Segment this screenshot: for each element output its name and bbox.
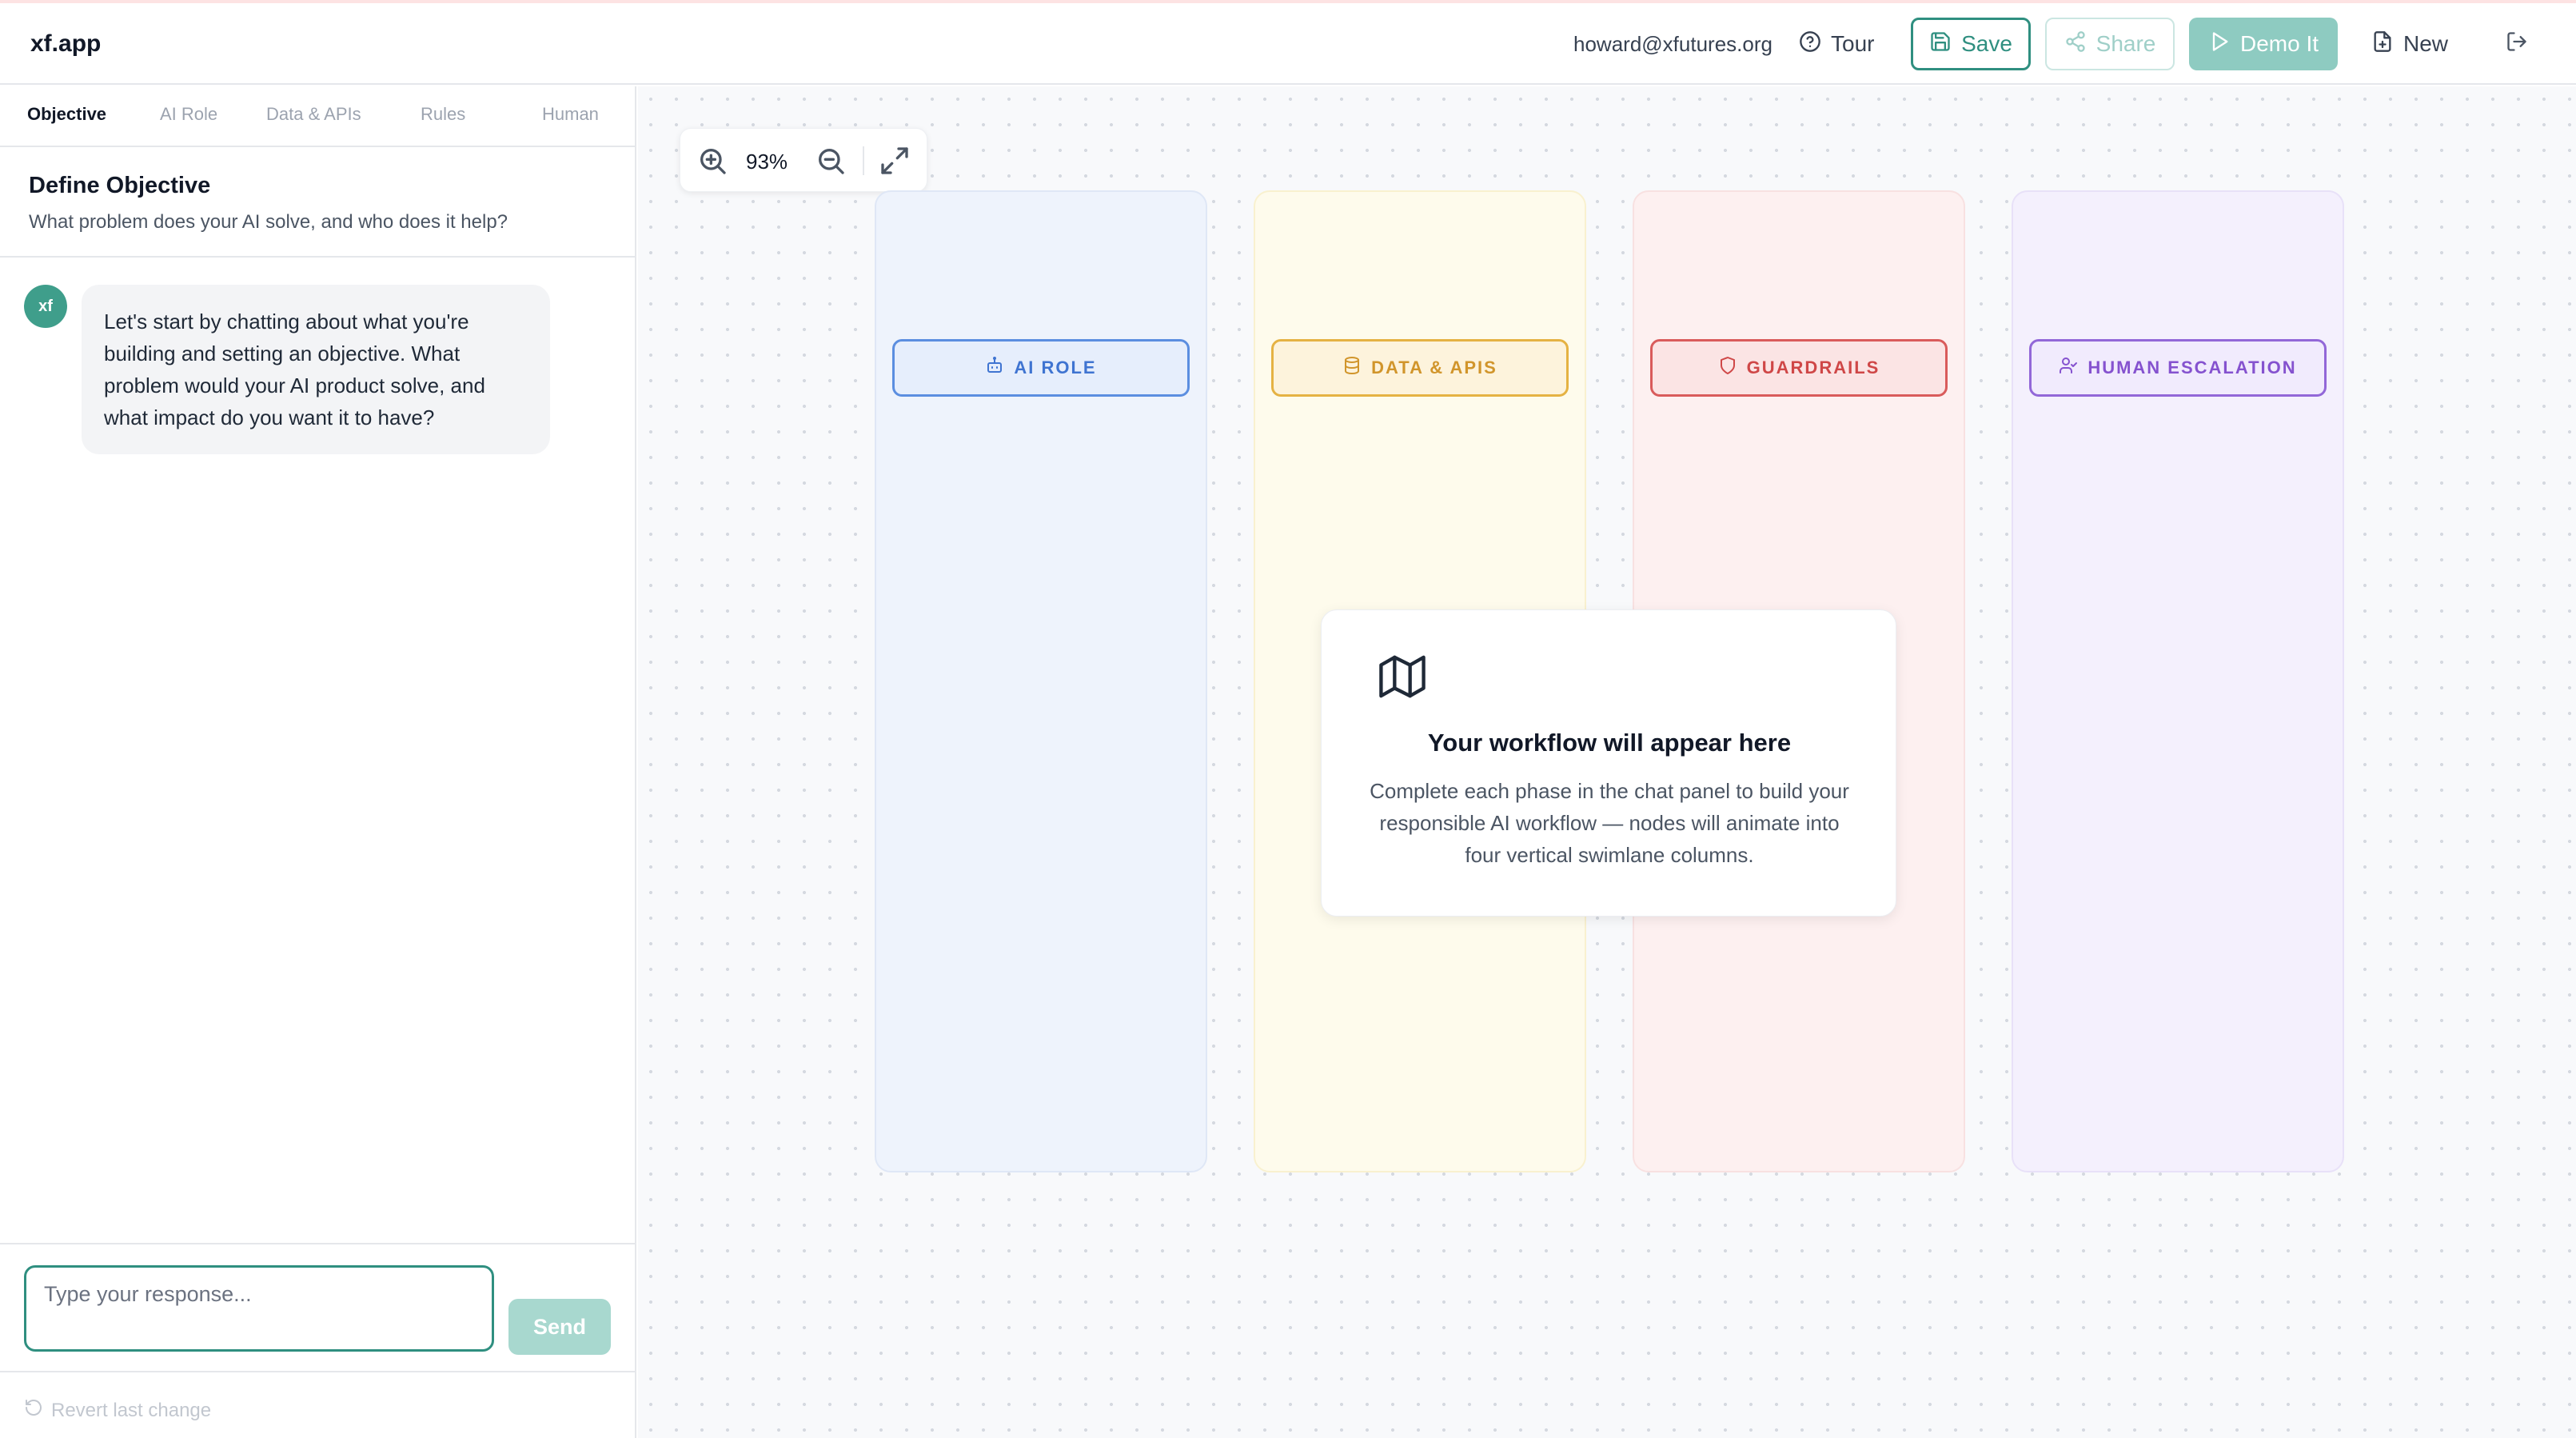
fit-view-icon[interactable] (879, 145, 911, 177)
chat-input-area: Send (0, 1243, 636, 1371)
zoom-divider (863, 146, 864, 175)
lane-header-human-escalation: HUMAN ESCALATION (2029, 339, 2327, 397)
bot-icon (985, 356, 1004, 380)
zoom-level: 93% (746, 150, 788, 174)
objective-subtitle: What problem does your AI solve, and who… (29, 211, 508, 233)
share-label: Share (2095, 31, 2156, 56)
swimlane-human-escalation: HUMAN ESCALATION (2012, 190, 2344, 1172)
share-icon (2064, 30, 2087, 58)
objective-title: Define Objective (29, 173, 211, 198)
revert-last-change-button[interactable]: Revert last change (24, 1398, 211, 1423)
logout-button[interactable] (2501, 18, 2533, 70)
chat-response-input[interactable] (24, 1265, 494, 1352)
app-logo[interactable]: xf.app (30, 30, 101, 58)
new-label: New (2403, 31, 2449, 56)
user-check-icon (2059, 356, 2078, 380)
tab-ai-role[interactable]: AI Role (160, 104, 217, 125)
revert-label: Revert last change (51, 1399, 212, 1421)
share-button[interactable]: Share (2045, 18, 2175, 70)
objective-header: Define Objective What problem does your … (0, 149, 636, 258)
tab-objective[interactable]: Objective (27, 104, 106, 125)
zoom-out-icon[interactable] (815, 145, 847, 177)
save-icon (1929, 30, 1952, 58)
lane-label-ai-role: AI ROLE (1014, 358, 1097, 377)
map-icon (1379, 653, 1426, 700)
tour-button[interactable]: Tour (1799, 18, 1888, 70)
lane-header-ai-role: AI ROLE (892, 339, 1190, 397)
demo-it-button[interactable]: Demo It (2189, 18, 2338, 70)
zoom-controls: 93% (680, 128, 927, 192)
tab-data-apis[interactable]: Data & APIs (266, 104, 361, 125)
lane-label-human-escalation: HUMAN ESCALATION (2088, 358, 2297, 377)
app-header: xf.app howard@xfutures.org Tour Save Sha… (0, 3, 2576, 85)
lane-label-guardrails: GUARDRAILS (1746, 358, 1880, 377)
revert-area: Revert last change (0, 1371, 636, 1438)
save-button[interactable]: Save (1911, 18, 2031, 70)
demo-it-label: Demo It (2239, 31, 2319, 56)
workflow-canvas[interactable]: 93% AI ROLE DATA & APIS GUARDRAILS HUMAN… (638, 86, 2576, 1438)
swimlane-ai-role: AI ROLE (875, 190, 1207, 1172)
lane-label-data-apis: DATA & APIS (1371, 358, 1497, 377)
phase-tabs: Objective AI Role Data & APIs Rules Huma… (0, 86, 636, 147)
new-button[interactable]: New (2371, 18, 2467, 70)
play-icon (2208, 30, 2231, 58)
file-plus-icon (2371, 30, 2394, 58)
lane-header-guardrails: GUARDRAILS (1650, 339, 1948, 397)
database-icon (1342, 356, 1362, 380)
assistant-message: Let's start by chatting about what you'r… (82, 285, 550, 454)
tab-human[interactable]: Human (542, 104, 599, 125)
empty-state-card: Your workflow will appear here Complete … (1321, 609, 1896, 917)
send-button[interactable]: Send (508, 1299, 611, 1355)
lane-header-data-apis: DATA & APIS (1271, 339, 1569, 397)
zoom-in-icon[interactable] (696, 145, 728, 177)
shield-icon (1718, 356, 1737, 380)
log-out-icon (2506, 30, 2528, 58)
tab-rules[interactable]: Rules (421, 104, 465, 125)
help-circle-icon (1799, 30, 1821, 58)
save-label: Save (1961, 31, 2012, 56)
user-email: howard@xfutures.org (1573, 32, 1772, 56)
empty-state-title: Your workflow will appear here (1427, 729, 1792, 757)
assistant-avatar: xf (24, 285, 67, 328)
empty-state-description: Complete each phase in the chat panel to… (1370, 779, 1849, 867)
rotate-ccw-icon (24, 1398, 43, 1423)
tour-label: Tour (1831, 31, 1875, 56)
chat-panel: Objective AI Role Data & APIs Rules Huma… (0, 86, 636, 1438)
